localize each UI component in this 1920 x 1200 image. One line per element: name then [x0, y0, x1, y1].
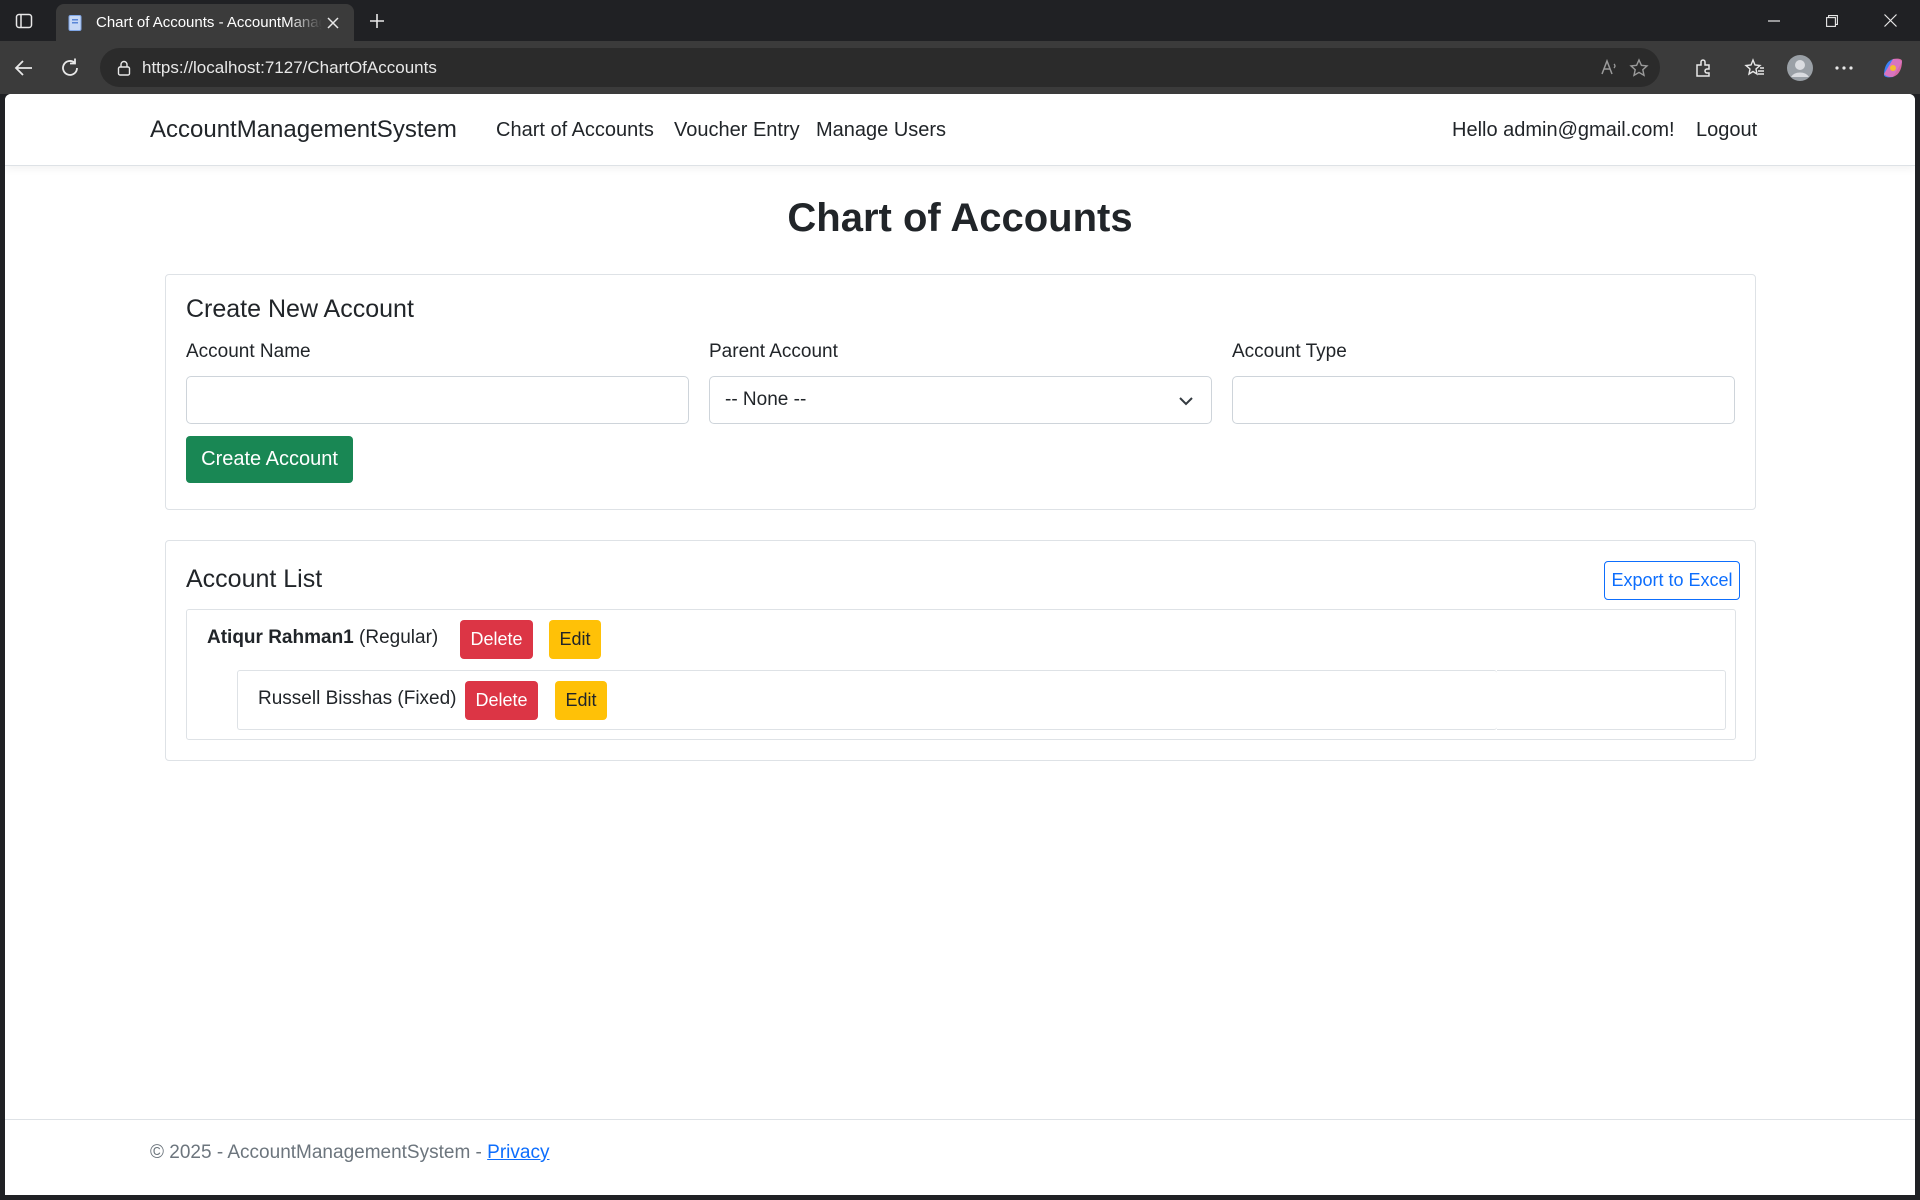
parent-account-label: Parent Account [709, 341, 838, 362]
account-name-input[interactable] [186, 376, 689, 424]
create-account-button[interactable]: Create Account [186, 436, 353, 483]
browser-tabstrip: Chart of Accounts - AccountManagementSys… [0, 0, 1920, 41]
copilot-icon[interactable] [1878, 53, 1908, 83]
close-window-icon[interactable] [1861, 0, 1919, 41]
browser-tab-active[interactable]: Chart of Accounts - AccountManagementSys… [56, 4, 354, 41]
create-account-heading: Create New Account [186, 295, 414, 323]
child-account-item-end [1497, 670, 1726, 730]
more-options-icon[interactable] [1829, 53, 1859, 83]
tab-title: Chart of Accounts - AccountManagementSys… [96, 14, 322, 31]
address-url: https://localhost:7127/ChartOfAccounts [142, 58, 437, 77]
back-arrow-icon[interactable] [9, 53, 39, 83]
browser-toolbar: https://localhost:7127/ChartOfAccounts [0, 41, 1920, 94]
minimize-icon[interactable] [1745, 0, 1803, 41]
account-list-card: Account List Export to Excel Atiqur Rahm… [165, 540, 1756, 761]
logout-link[interactable]: Logout [1696, 119, 1757, 142]
read-aloud-icon[interactable] [1598, 57, 1620, 79]
close-tab-icon[interactable] [322, 12, 344, 34]
privacy-link[interactable]: Privacy [487, 1142, 549, 1163]
extensions-icon[interactable] [1689, 53, 1719, 83]
new-tab-icon[interactable] [364, 8, 390, 34]
account-list-item: Atiqur Rahman1 (Regular) Delete Edit Rus… [186, 609, 1736, 740]
favorites-icon[interactable] [1740, 53, 1770, 83]
favorite-star-icon[interactable] [1628, 57, 1650, 79]
create-account-card: Create New Account Account Name Parent A… [165, 274, 1756, 510]
site-navbar: AccountManagementSystem Chart of Account… [5, 94, 1915, 166]
delete-button[interactable]: Delete [465, 681, 538, 720]
parent-account-selected: -- None -- [725, 389, 807, 410]
nav-link-manage-users[interactable]: Manage Users [816, 119, 946, 142]
page-viewport: AccountManagementSystem Chart of Account… [5, 94, 1915, 1195]
nav-link-chart-of-accounts[interactable]: Chart of Accounts [496, 119, 654, 142]
child-account-entry: Russell Bisshas (Fixed) [258, 688, 457, 709]
account-name: Atiqur Rahman1 [207, 627, 354, 648]
profile-avatar-icon[interactable] [1785, 53, 1815, 83]
delete-button[interactable]: Delete [460, 620, 533, 659]
account-type-label: Account Type [1232, 341, 1347, 362]
account-entry-parent: Atiqur Rahman1 (Regular) [207, 627, 438, 649]
edit-button[interactable]: Edit [549, 620, 601, 659]
tab-actions-icon[interactable] [12, 9, 36, 33]
account-name-label: Account Name [186, 341, 311, 362]
brand-link[interactable]: AccountManagementSystem [150, 116, 457, 144]
page-favicon-icon [66, 14, 84, 32]
address-bar[interactable]: https://localhost:7127/ChartOfAccounts [100, 48, 1660, 87]
parent-account-select[interactable]: -- None -- [709, 376, 1212, 424]
restore-icon[interactable] [1803, 0, 1861, 41]
footer-copyright: © 2025 - AccountManagementSystem - Priva… [150, 1142, 549, 1164]
site-footer: © 2025 - AccountManagementSystem - Priva… [5, 1119, 1915, 1195]
lock-icon[interactable] [114, 58, 134, 78]
reload-icon[interactable] [55, 53, 85, 83]
export-excel-button[interactable]: Export to Excel [1604, 561, 1740, 600]
account-type-input[interactable] [1232, 376, 1735, 424]
nav-link-voucher-entry[interactable]: Voucher Entry [674, 119, 800, 142]
user-greeting-link[interactable]: Hello admin@gmail.com! [1452, 119, 1675, 142]
edit-button[interactable]: Edit [555, 681, 607, 720]
page-title: Chart of Accounts [787, 196, 1133, 240]
account-list-heading: Account List [186, 565, 323, 593]
account-type: (Regular) [359, 627, 439, 648]
chevron-down-icon [1177, 392, 1195, 410]
footer-text: © 2025 - AccountManagementSystem - [150, 1142, 488, 1163]
child-account-item: Russell Bisshas (Fixed) Delete Edit [237, 670, 1497, 730]
